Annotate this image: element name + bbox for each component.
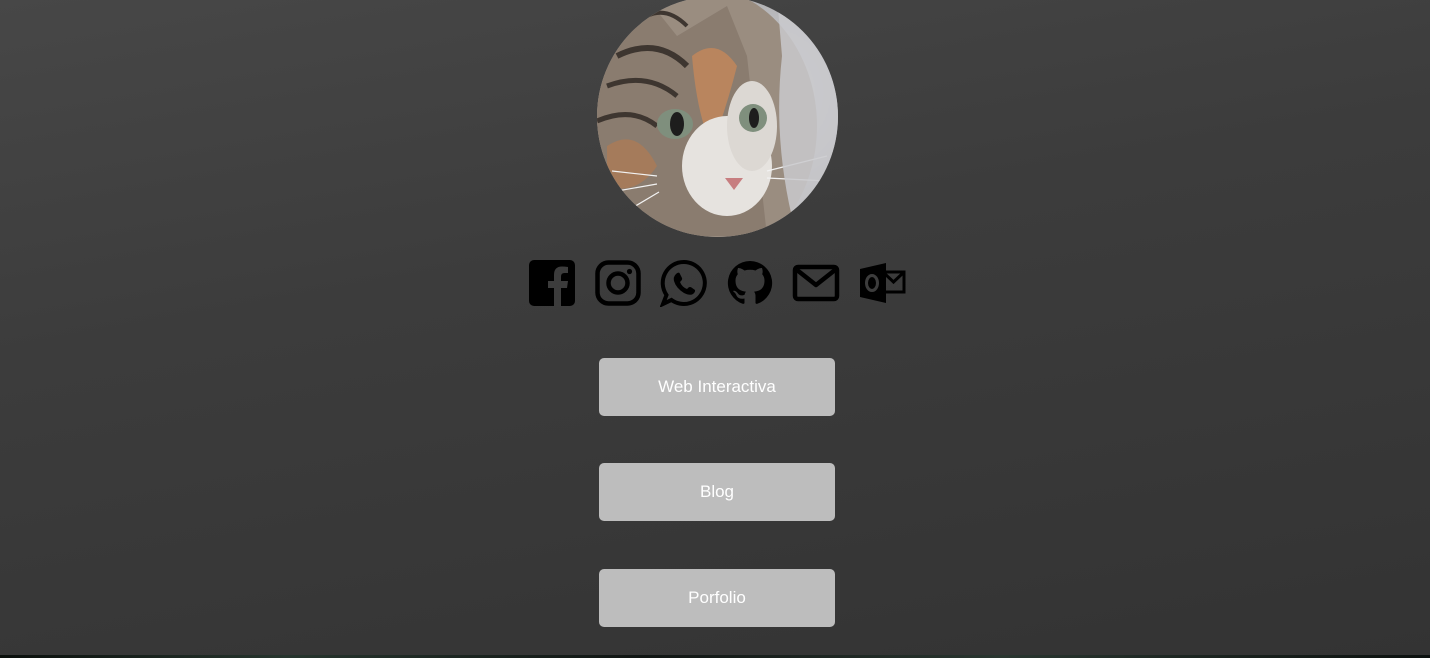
whatsapp-link[interactable]	[660, 259, 708, 307]
instagram-icon	[595, 260, 641, 306]
email-link[interactable]	[792, 259, 840, 307]
outlook-icon	[860, 263, 906, 303]
blog-button[interactable]: Blog	[599, 463, 835, 521]
facebook-icon	[529, 260, 575, 307]
instagram-link[interactable]	[594, 259, 642, 307]
porfolio-button[interactable]: Porfolio	[599, 569, 835, 627]
mail-icon	[792, 264, 840, 302]
web-interactiva-button[interactable]: Web Interactiva	[599, 358, 835, 416]
github-link[interactable]	[726, 259, 774, 307]
outlook-link[interactable]	[858, 259, 906, 307]
profile-avatar	[597, 0, 838, 237]
github-icon	[727, 260, 773, 304]
cat-photo-icon	[597, 0, 838, 237]
whatsapp-icon	[660, 259, 707, 307]
facebook-link[interactable]	[528, 259, 576, 307]
social-links	[528, 259, 908, 307]
